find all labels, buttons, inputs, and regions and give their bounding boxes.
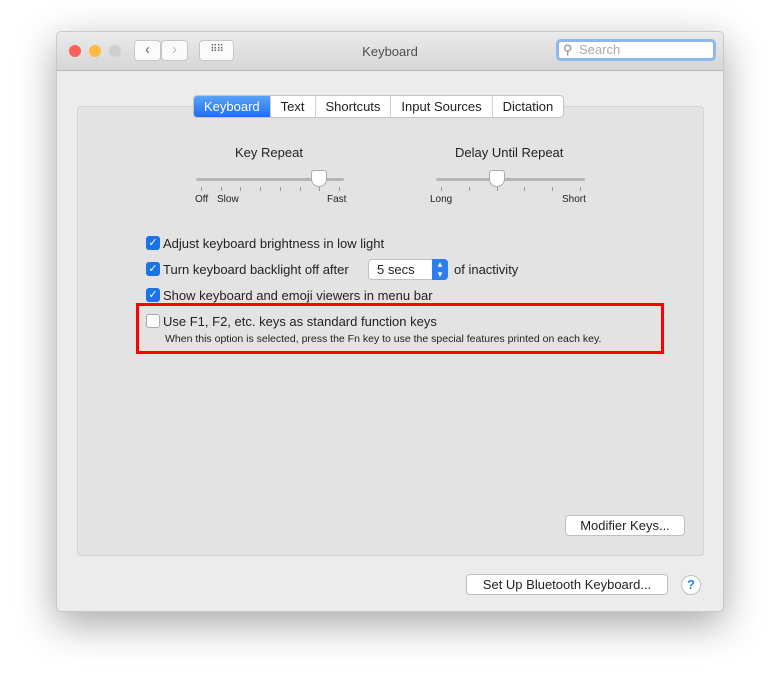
tab-dictation[interactable]: Dictation bbox=[493, 96, 564, 117]
slider-tick bbox=[468, 187, 470, 191]
key-repeat-fast-label: Fast bbox=[327, 194, 347, 205]
slider-thumb[interactable] bbox=[488, 170, 505, 187]
slider-tick bbox=[240, 187, 242, 191]
key-repeat-slow-label: Slow bbox=[217, 194, 239, 205]
backlight-timeout-value: 5 secs bbox=[377, 262, 415, 277]
slider-thumb[interactable] bbox=[311, 170, 328, 187]
slider-tick bbox=[319, 187, 321, 191]
bluetooth-keyboard-button[interactable]: Set Up Bluetooth Keyboard... bbox=[466, 574, 668, 595]
slider-tick bbox=[524, 187, 526, 191]
slider-tick bbox=[201, 187, 202, 191]
search-icon: ⚲ bbox=[563, 42, 573, 57]
slider-tick bbox=[220, 187, 222, 191]
backlight-timeout-select[interactable]: 5 secs ▴ ▾ bbox=[368, 259, 448, 280]
slider-track[interactable] bbox=[436, 178, 585, 181]
key-repeat-off-label: Off bbox=[195, 194, 209, 205]
tab-shortcuts[interactable]: Shortcuts bbox=[316, 96, 392, 117]
key-repeat-label: Key Repeat bbox=[235, 145, 303, 160]
tab-input-sources[interactable]: Input Sources bbox=[391, 96, 493, 117]
menu-bar-viewers-checkbox[interactable]: ✓ bbox=[146, 288, 160, 302]
tab-keyboard[interactable]: Keyboard bbox=[194, 96, 271, 117]
slider-tick bbox=[496, 187, 498, 191]
tab-text[interactable]: Text bbox=[271, 96, 316, 117]
function-keys-checkbox[interactable] bbox=[146, 314, 160, 328]
slider-tick bbox=[299, 187, 301, 191]
slider-tick bbox=[441, 187, 442, 191]
slider-tick bbox=[260, 187, 262, 191]
search-placeholder: Search bbox=[579, 42, 621, 57]
modifier-keys-button[interactable]: Modifier Keys... bbox=[565, 515, 685, 536]
stepper-arrows-icon: ▴ ▾ bbox=[432, 259, 448, 280]
slider-tick bbox=[580, 187, 581, 191]
menu-bar-viewers-label: Show keyboard and emoji viewers in menu … bbox=[163, 288, 433, 303]
brightness-checkbox[interactable]: ✓ bbox=[146, 236, 160, 250]
help-button[interactable]: ? bbox=[681, 575, 701, 595]
slider-tick bbox=[279, 187, 281, 191]
search-field[interactable]: ⚲ Search bbox=[556, 39, 716, 61]
delay-short-label: Short bbox=[562, 194, 586, 205]
delay-long-label: Long bbox=[430, 194, 453, 205]
title-bar: ‹ › ⠿⠿ Keyboard ⚲ Search bbox=[57, 32, 723, 71]
backlight-checkbox[interactable]: ✓ bbox=[146, 262, 160, 276]
inactivity-label: of inactivity bbox=[454, 262, 519, 277]
backlight-label: Turn keyboard backlight off after bbox=[163, 262, 349, 277]
tab-bar: Keyboard Text Shortcuts Input Sources Di… bbox=[193, 95, 565, 118]
delay-until-repeat-label: Delay Until Repeat bbox=[455, 145, 564, 160]
function-keys-note: When this option is selected, press the … bbox=[165, 333, 602, 345]
slider-tick bbox=[552, 187, 554, 191]
function-keys-label: Use F1, F2, etc. keys as standard functi… bbox=[163, 314, 437, 329]
brightness-label: Adjust keyboard brightness in low light bbox=[163, 236, 385, 251]
slider-tick bbox=[339, 187, 340, 191]
keyboard-window: ‹ › ⠿⠿ Keyboard ⚲ Search Keyboard Text Sh… bbox=[56, 31, 724, 612]
